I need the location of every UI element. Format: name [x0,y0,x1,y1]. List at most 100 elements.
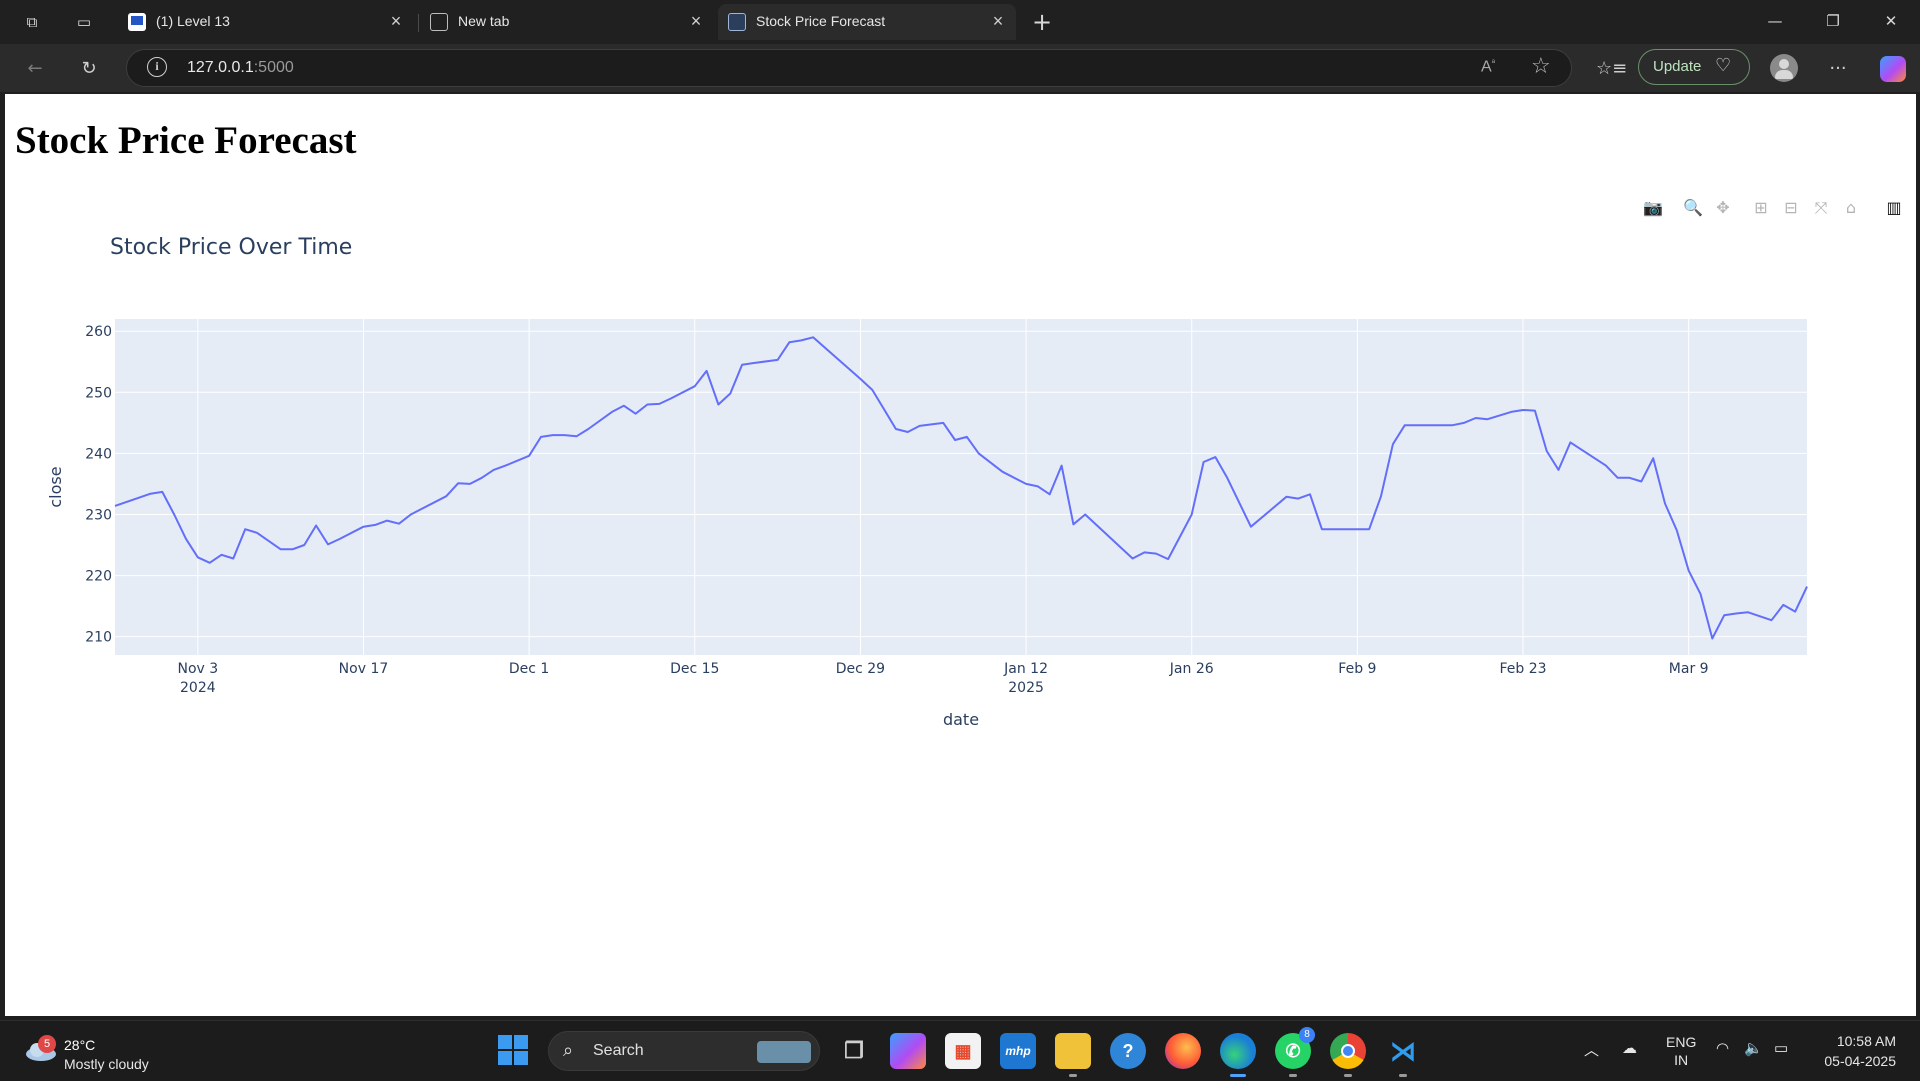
data-point[interactable] [880,405,888,413]
data-point[interactable] [951,436,959,444]
taskbar-search[interactable]: ⌕ Search [548,1031,820,1071]
close-icon[interactable]: × [386,11,406,31]
data-point[interactable] [1614,474,1622,482]
data-point[interactable] [667,394,675,402]
data-point[interactable] [1543,447,1551,455]
wifi-icon[interactable]: ◠ [1716,1039,1729,1057]
data-point[interactable] [1708,635,1716,643]
data-point[interactable] [1377,492,1385,500]
data-point[interactable] [383,517,391,525]
data-point[interactable] [1223,474,1231,482]
store-icon[interactable]: ▦ [945,1033,981,1069]
data-point[interactable] [620,402,628,410]
data-point[interactable] [584,425,592,433]
data-point[interactable] [1519,406,1527,414]
data-point[interactable] [573,432,581,440]
data-point[interactable] [1484,415,1492,423]
data-point[interactable] [1661,500,1669,508]
firefox-icon[interactable] [1165,1033,1201,1069]
update-button[interactable]: Update ♡ [1638,49,1750,85]
data-point[interactable] [1472,414,1480,422]
data-point[interactable] [324,540,332,548]
close-window-button[interactable]: ✕ [1868,6,1914,36]
data-point[interactable] [170,511,178,519]
new-tab-plus-icon[interactable]: + [1030,10,1054,34]
data-point[interactable] [1022,480,1030,488]
vertical-tabs-icon[interactable]: ▭ [72,10,96,34]
favorites-list-icon[interactable]: ☆≡ [1596,56,1627,82]
data-point[interactable] [1034,482,1042,490]
data-point[interactable] [218,551,226,559]
onedrive-icon[interactable]: ☁ [1622,1039,1637,1057]
data-point[interactable] [608,408,616,416]
data-point[interactable] [963,433,971,441]
chrome-icon[interactable] [1330,1033,1366,1077]
vscode-icon[interactable]: ⋊ [1385,1033,1421,1077]
data-point[interactable] [1152,550,1160,558]
data-point[interactable] [726,390,734,398]
data-point[interactable] [407,511,415,519]
data-point[interactable] [1602,462,1610,470]
profile-avatar[interactable] [1770,54,1798,82]
data-point[interactable] [916,422,924,430]
data-point[interactable] [502,462,510,470]
show-hidden-icons-icon[interactable]: ︿ [1584,1039,1599,1060]
data-point[interactable] [206,559,214,567]
data-point[interactable] [454,479,462,487]
data-point[interactable] [1531,407,1539,415]
address-bar[interactable]: i 127.0.0.1:5000 Aᵃ ☆ [126,49,1572,87]
data-point[interactable] [703,367,711,375]
data-point[interactable] [1188,511,1196,519]
data-point[interactable] [1211,453,1219,461]
data-point[interactable] [738,361,746,369]
data-point[interactable] [1448,421,1456,429]
copilot-icon[interactable] [1880,56,1906,82]
data-point[interactable] [856,375,864,383]
data-point[interactable] [691,382,699,390]
data-point[interactable] [1389,440,1397,448]
data-point[interactable] [478,474,486,482]
mhp-icon[interactable]: mhp [1000,1033,1036,1069]
data-point[interactable] [525,452,533,460]
help-icon[interactable]: ? [1110,1033,1146,1069]
copilot-app-icon[interactable] [890,1033,926,1069]
data-point[interactable] [1673,526,1681,534]
data-point[interactable] [1649,454,1657,462]
read-aloud-icon[interactable]: Aᵃ [1481,57,1495,76]
data-point[interactable] [1413,421,1421,429]
data-point[interactable] [1129,555,1137,563]
data-point[interactable] [785,338,793,346]
workspaces-icon[interactable]: ⧉ [20,10,44,34]
reload-icon[interactable]: ↻ [76,56,102,82]
data-point[interactable] [750,359,758,367]
data-point[interactable] [182,535,190,543]
data-point[interactable] [1791,608,1799,616]
data-point[interactable] [289,545,297,553]
data-point[interactable] [1200,458,1208,466]
data-point[interactable] [1058,462,1066,470]
task-view-icon[interactable]: ❐ [836,1033,872,1069]
data-point[interactable] [1401,421,1409,429]
data-point[interactable] [1685,567,1693,575]
data-point[interactable] [1697,590,1705,598]
data-point[interactable] [1318,525,1326,533]
data-point[interactable] [277,545,285,553]
close-icon[interactable]: × [988,11,1008,31]
data-point[interactable] [1555,466,1563,474]
data-point[interactable] [1164,555,1172,563]
url-text[interactable]: 127.0.0.1:5000 [187,59,294,77]
data-point[interactable] [833,354,841,362]
data-point[interactable] [229,555,237,563]
data-point[interactable] [111,502,119,510]
data-point[interactable] [1768,616,1776,624]
data-point[interactable] [1732,610,1740,618]
data-point[interactable] [1507,408,1515,416]
data-point[interactable] [1744,608,1752,616]
data-point[interactable] [241,525,249,533]
start-button[interactable] [498,1035,528,1065]
language-indicator[interactable]: ENG IN [1666,1033,1696,1069]
data-point[interactable] [419,504,427,512]
data-point[interactable] [336,535,344,543]
data-point[interactable] [774,356,782,364]
data-point[interactable] [1247,523,1255,531]
